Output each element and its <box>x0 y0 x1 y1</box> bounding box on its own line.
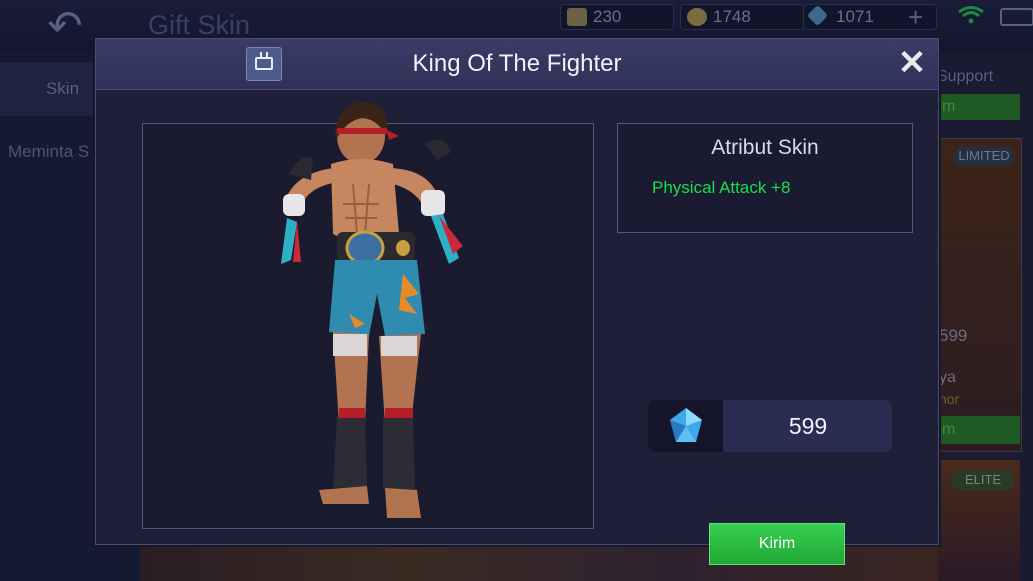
category-label: Support <box>937 68 994 85</box>
back-button[interactable]: ↶ <box>30 5 100 47</box>
dialog-body: Atribut Skin Physical Attack +8 599 Kiri… <box>96 90 938 565</box>
hero-fighter-image <box>281 102 463 518</box>
card-action-label: m <box>942 98 956 115</box>
coin-icon <box>687 8 707 26</box>
card-type: hor <box>939 391 960 407</box>
attribute-line: Physical Attack +8 <box>652 178 791 197</box>
add-currency-button[interactable]: + <box>908 2 923 33</box>
limited-badge: LIMITED <box>954 147 1014 165</box>
skin-preview[interactable] <box>142 102 594 529</box>
elite-badge: ELITE <box>952 470 1014 490</box>
wifi-icon <box>958 6 984 24</box>
scroll-icon <box>567 8 587 26</box>
price-value: 599 <box>788 413 828 439</box>
diamond-icon <box>806 4 829 27</box>
resource-scroll[interactable]: 230 <box>560 4 674 30</box>
price-icon-container <box>648 400 723 452</box>
price-display: 599 <box>648 400 892 452</box>
card-price: 599 <box>939 326 968 345</box>
gift-skin-dialog: King Of The Fighter ✕ Atribut Skin Physi… <box>95 38 939 565</box>
tab-request[interactable]: Meminta S <box>8 142 89 162</box>
card-action-button[interactable]: m <box>938 94 1020 120</box>
card-action-button[interactable]: m <box>938 416 1020 444</box>
dialog-header: King Of The Fighter ✕ <box>96 39 938 90</box>
dialog-title: King Of The Fighter <box>412 50 622 77</box>
diamond-count: 1071 <box>836 7 874 26</box>
close-button[interactable]: ✕ <box>896 45 928 81</box>
scroll-count: 230 <box>593 7 622 26</box>
battery-icon <box>1000 8 1033 26</box>
tv-icon[interactable] <box>246 47 282 81</box>
diamond-icon <box>670 408 702 442</box>
attribute-heading: Atribut Skin <box>711 136 819 159</box>
card-action-label: m <box>942 421 956 438</box>
coin-count: 1748 <box>713 7 751 26</box>
resource-coin[interactable]: 1748 <box>680 4 804 30</box>
card-name: ya <box>939 369 956 386</box>
send-button[interactable]: Kirim <box>709 523 845 565</box>
attribute-box: Atribut Skin Physical Attack +8 <box>617 123 913 233</box>
page-title: Gift Skin <box>148 10 251 40</box>
